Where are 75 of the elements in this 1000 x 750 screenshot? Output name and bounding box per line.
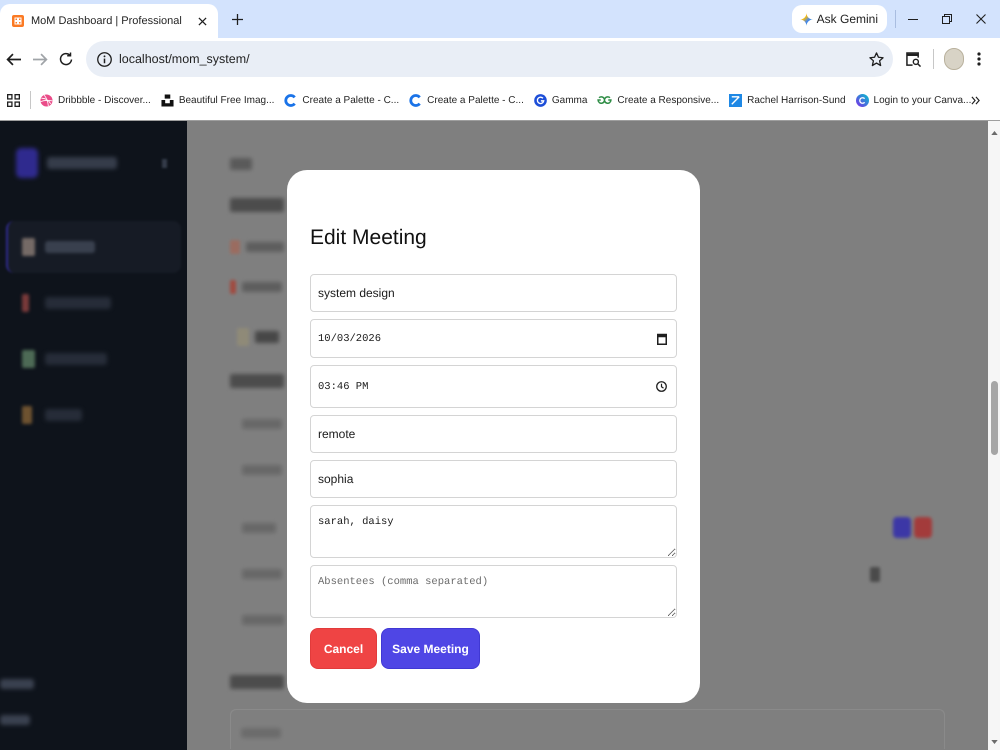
blurred-text: [45, 297, 111, 309]
double-chevron-icon[interactable]: [971, 96, 980, 104]
blurred-square: [914, 517, 932, 538]
apps-grid-icon[interactable]: [7, 94, 20, 106]
star-icon[interactable]: [869, 52, 884, 66]
info-icon[interactable]: [97, 52, 112, 66]
bookmark-link[interactable]: Beautiful Free Imag...: [160, 92, 274, 108]
blurred-icon: [22, 406, 32, 424]
blurred-icon: [230, 280, 236, 294]
blurred-square: [893, 517, 911, 538]
scroll-up-icon[interactable]: [990, 131, 998, 135]
blurred-logo-tile: [16, 148, 38, 178]
sparkle-icon: [800, 12, 813, 26]
text-area[interactable]: sarah, daisy: [310, 505, 677, 558]
input-field[interactable]: sophia: [310, 460, 677, 498]
back-icon[interactable]: [6, 52, 21, 66]
double-arc-icon: [597, 96, 612, 104]
blurred-icon: [162, 158, 167, 168]
new-tab-icon[interactable]: [232, 14, 243, 24]
blurred-icon: [22, 238, 35, 256]
bookmark-link[interactable]: Create a Palette - C...: [409, 92, 524, 108]
time-field[interactable]: 03:46 PM: [310, 365, 677, 408]
blurred-text: [255, 331, 279, 343]
ball-icon: [40, 94, 53, 106]
circle-logo-icon: [534, 94, 547, 106]
bookmark-link[interactable]: Login to your Canva...: [856, 92, 972, 108]
blurred-text: [45, 241, 95, 253]
reload-icon[interactable]: [59, 52, 73, 66]
blurred-text: [230, 374, 284, 388]
blurred-text: [246, 242, 284, 252]
close-window-icon[interactable]: [976, 14, 986, 24]
square-logo-icon: [729, 94, 742, 106]
calendar-icon[interactable]: [657, 332, 667, 344]
ask-gemini-button[interactable]: Ask Gemini: [792, 5, 887, 33]
open-ring-icon: [284, 94, 298, 106]
bookmark-link[interactable]: Rachel Harrison-Sund: [729, 92, 846, 108]
circle-logo-icon: [856, 94, 869, 106]
blurred-text: [230, 675, 284, 689]
blurred-text: [0, 715, 30, 725]
blurred-icon: [22, 294, 29, 312]
blurred-icon: [870, 566, 880, 582]
clock-icon[interactable]: [656, 381, 667, 392]
close-icon[interactable]: [198, 16, 207, 26]
input-field[interactable]: remote: [310, 415, 677, 453]
input-field[interactable]: system design: [310, 274, 677, 312]
blurred-text: [45, 353, 107, 365]
bookmark-link[interactable]: Dribbble - Discover...: [40, 92, 151, 108]
blurred-icon: [230, 240, 240, 254]
menu-icon[interactable]: [977, 52, 981, 66]
open-ring-icon: [409, 94, 422, 106]
tile-logo-icon: [12, 15, 24, 27]
restore-icon[interactable]: [942, 14, 952, 24]
dialog-title: Edit Meeting: [310, 225, 428, 251]
blurred-text: [0, 679, 34, 689]
scrollbar-thumb[interactable]: [990, 381, 998, 455]
bookmark-link[interactable]: Create a Responsive...: [597, 92, 720, 108]
blurred-text: [230, 158, 252, 170]
blurred-text: [230, 198, 284, 212]
cancel-button[interactable]: Cancel: [310, 628, 377, 669]
blurred-text: [45, 409, 82, 421]
blurred-text: [242, 282, 282, 292]
date-field[interactable]: 10/03/2026: [310, 319, 677, 358]
tab-search-icon[interactable]: [906, 52, 921, 66]
bookmark-link[interactable]: Gamma: [534, 92, 588, 108]
save-button[interactable]: Save Meeting: [381, 628, 480, 669]
blurred-icon: [22, 350, 35, 368]
address-bar[interactable]: localhost/mom_system/: [86, 41, 893, 77]
scrollbar[interactable]: [988, 121, 1000, 750]
minimize-icon[interactable]: [908, 18, 918, 20]
blurred-text: [47, 157, 117, 169]
text-area[interactable]: Absentees (comma separated): [310, 565, 677, 618]
scroll-down-icon[interactable]: [990, 740, 998, 744]
block-shape-icon: [160, 94, 174, 106]
browser-tab[interactable]: MoM Dashboard | Professional: [0, 4, 218, 38]
bookmark-link[interactable]: Create a Palette - C...: [284, 92, 400, 108]
